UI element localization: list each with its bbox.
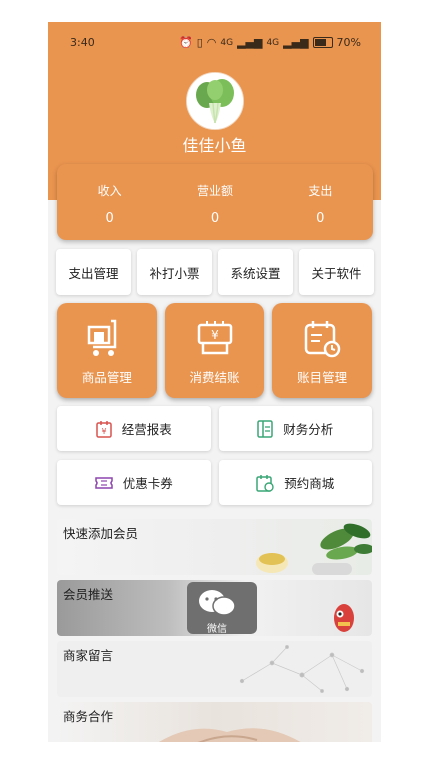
banner-title: 商务合作 bbox=[63, 709, 114, 724]
stat-value: 0 bbox=[210, 211, 220, 226]
report-icon: ¥ bbox=[95, 420, 112, 438]
merchant-message-banner[interactable]: 商家留言 bbox=[57, 641, 372, 697]
financial-analysis-button[interactable]: 财务分析 bbox=[218, 406, 372, 451]
coupon-icon bbox=[94, 476, 113, 489]
stat-value: 0 bbox=[105, 211, 114, 226]
feature-row-1: ¥ 经营报表 财务分析 bbox=[57, 406, 372, 451]
button-label: 经营报表 bbox=[121, 422, 172, 437]
battery-percent: 70% bbox=[336, 36, 361, 49]
stat-expense: 支出 0 bbox=[268, 164, 373, 240]
member-push-banner[interactable]: 微信 会员推送 bbox=[57, 580, 372, 636]
booking-icon bbox=[256, 474, 274, 492]
status-icons: ⏰ ▯ ◠ 4G ▂▄▆ 4G ▂▄▆ 70% bbox=[179, 36, 361, 49]
tile-label: 消费结账 bbox=[189, 370, 240, 385]
stat-label: 收入 bbox=[97, 184, 122, 198]
about-software-button[interactable]: 关于软件 bbox=[299, 249, 374, 295]
handshake-illustration bbox=[159, 728, 301, 742]
business-report-button[interactable]: ¥ 经营报表 bbox=[57, 406, 211, 451]
button-label: 优惠卡券 bbox=[122, 476, 173, 491]
signal-icon: ▂▄▆ bbox=[237, 36, 263, 49]
profile-name: 佳佳小鱼 bbox=[182, 136, 247, 155]
booking-mall-button[interactable]: 预约商城 bbox=[218, 460, 372, 505]
network-dots-illustration bbox=[239, 645, 365, 693]
button-label: 财务分析 bbox=[283, 422, 334, 437]
banner-title: 会员推送 bbox=[63, 587, 114, 602]
tile-label: 商品管理 bbox=[81, 370, 132, 385]
quick-add-member-banner[interactable]: 快速添加会员 bbox=[57, 519, 372, 575]
svg-text:¥: ¥ bbox=[101, 427, 106, 436]
battery-icon bbox=[312, 37, 333, 48]
analysis-icon bbox=[257, 419, 273, 438]
system-settings-button[interactable]: 系统设置 bbox=[218, 249, 293, 295]
wechat-icon bbox=[199, 590, 236, 616]
wifi-icon: ◠ bbox=[206, 36, 217, 49]
app-screen: 3:40 ⏰ ▯ ◠ 4G ▂▄▆ 4G ▂▄▆ 70% 佳佳小鱼 收入 0 营… bbox=[48, 22, 381, 742]
plant-teacup-illustration bbox=[256, 523, 372, 575]
stat-revenue: 营业额 0 bbox=[162, 164, 267, 240]
feature-row-2: 优惠卡券 预约商城 bbox=[57, 460, 372, 505]
stat-value: 0 bbox=[316, 211, 325, 226]
red-mascot-icon bbox=[334, 604, 354, 632]
cart-icon bbox=[87, 319, 117, 356]
signal-2-label: 4G bbox=[266, 37, 280, 48]
button-label: 预约商城 bbox=[284, 476, 335, 491]
checkout-tile[interactable]: ¥ 消费结账 bbox=[164, 303, 265, 398]
svg-text:¥: ¥ bbox=[211, 328, 219, 342]
stat-label: 营业额 bbox=[196, 184, 233, 198]
account-management-tile[interactable]: 账目管理 bbox=[272, 303, 373, 398]
banner-title: 快速添加会员 bbox=[63, 526, 139, 541]
coupon-button[interactable]: 优惠卡券 bbox=[57, 460, 211, 505]
product-management-tile[interactable]: 商品管理 bbox=[57, 303, 157, 398]
vibrate-icon: ▯ bbox=[196, 36, 203, 49]
phone-illustration: 微信 bbox=[187, 582, 257, 635]
signal-1-label: 4G bbox=[220, 37, 234, 48]
calendar-clock-icon bbox=[304, 321, 341, 358]
status-time: 3:40 bbox=[70, 36, 95, 49]
banner-title: 商家留言 bbox=[63, 648, 114, 663]
signal-icon-2: ▂▄▆ bbox=[283, 36, 309, 49]
stat-income: 收入 0 bbox=[57, 164, 162, 240]
business-cooperation-banner[interactable]: 商务合作 bbox=[57, 702, 372, 742]
reprint-receipt-button[interactable]: 补打小票 bbox=[137, 249, 212, 295]
expense-management-button[interactable]: 支出管理 bbox=[56, 249, 131, 295]
tile-label: 账目管理 bbox=[297, 370, 348, 385]
main-tile-row: 商品管理 ¥ 消费结账 账目管理 bbox=[57, 303, 373, 398]
wechat-caption: 微信 bbox=[207, 624, 227, 635]
stats-card: 收入 0 营业额 0 支出 0 bbox=[57, 164, 373, 240]
alarm-icon: ⏰ bbox=[178, 36, 193, 49]
stat-label: 支出 bbox=[308, 184, 333, 198]
avatar[interactable] bbox=[186, 72, 244, 130]
cash-register-icon: ¥ bbox=[197, 321, 232, 355]
status-bar: 3:40 ⏰ ▯ ◠ 4G ▂▄▆ 4G ▂▄▆ 70% bbox=[48, 22, 381, 60]
quick-button-row: 支出管理 补打小票 系统设置 关于软件 bbox=[56, 249, 374, 295]
bok-choy-icon bbox=[187, 73, 243, 129]
